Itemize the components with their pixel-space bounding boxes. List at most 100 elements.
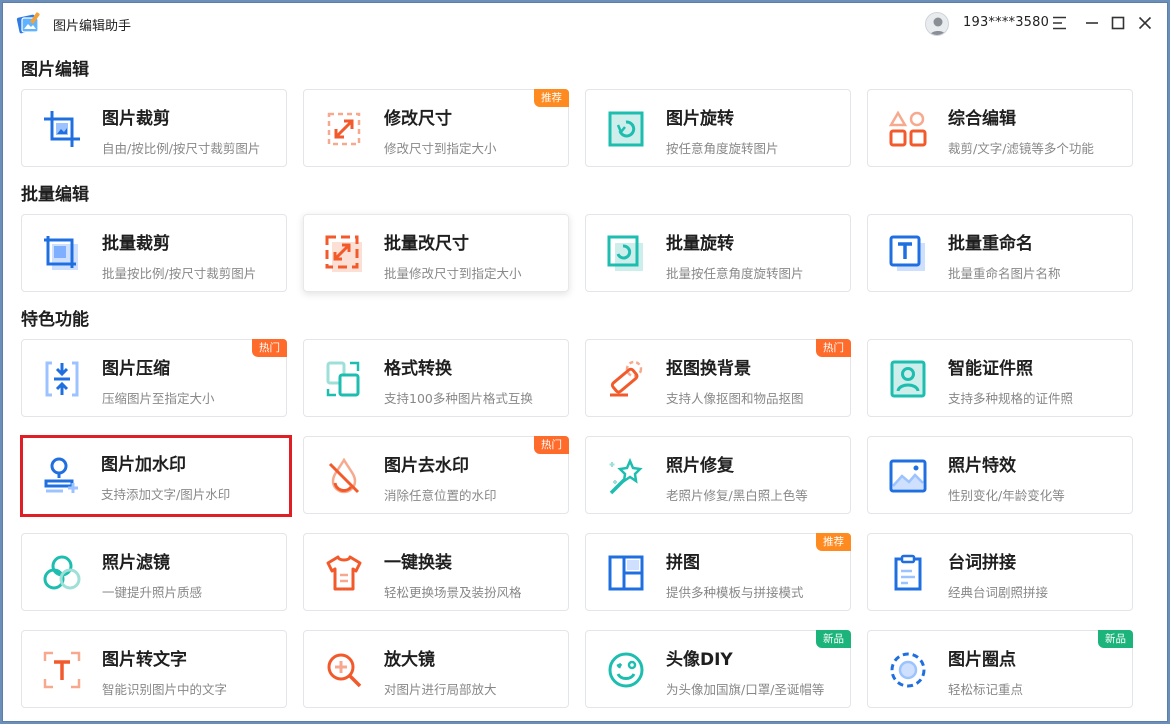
card-desc: 智能识别图片中的文字 — [102, 682, 228, 697]
minimize-icon[interactable] — [1081, 12, 1103, 34]
card-batch-resize[interactable]: 批量改尺寸 批量修改尺寸到指定大小 — [303, 214, 569, 292]
card-compress[interactable]: 图片压缩 压缩图片至指定大小 热门 — [21, 339, 287, 417]
app-logo-icon — [15, 10, 43, 36]
card-title: 放大镜 — [384, 650, 435, 670]
card-photo-effects[interactable]: 照片特效 性别变化/年龄变化等 — [867, 436, 1133, 514]
card-desc: 轻松标记重点 — [948, 682, 1024, 697]
close-icon[interactable] — [1134, 12, 1156, 34]
card-rotate[interactable]: 图片旋转 按任意角度旋转图片 — [585, 89, 851, 167]
batch-resize-icon — [324, 234, 364, 274]
card-desc: 支持多种规格的证件照 — [948, 391, 1074, 406]
card-desc: 支持添加文字/图片水印 — [101, 487, 231, 502]
circle-mark-icon — [888, 650, 928, 690]
badge-recommend: 推荐 — [534, 89, 569, 107]
card-title: 格式转换 — [384, 359, 452, 379]
user-avatar[interactable] — [925, 12, 949, 36]
card-title: 图片去水印 — [384, 456, 469, 476]
card-desc: 批量修改尺寸到指定大小 — [384, 266, 522, 281]
card-title: 批量裁剪 — [102, 234, 170, 254]
card-batch-rename[interactable]: 批量重命名 批量重命名图片名称 — [867, 214, 1133, 292]
card-title: 批量旋转 — [666, 234, 734, 254]
card-desc: 批量重命名图片名称 — [948, 266, 1061, 281]
card-desc: 批量按任意角度旋转图片 — [666, 266, 804, 281]
card-title: 综合编辑 — [948, 109, 1016, 129]
card-desc: 为头像加国旗/口罩/圣诞帽等 — [666, 682, 825, 697]
text-scan-icon — [42, 650, 82, 690]
card-image-circle[interactable]: 图片圈点 轻松标记重点 新品 — [867, 630, 1133, 708]
card-desc: 对图片进行局部放大 — [384, 682, 497, 697]
card-collage[interactable]: 拼图 提供多种模板与拼接模式 推荐 — [585, 533, 851, 611]
card-desc: 轻松更换场景及装扮风格 — [384, 585, 522, 600]
card-batch-rotate[interactable]: 批量旋转 批量按任意角度旋转图片 — [585, 214, 851, 292]
card-title: 图片旋转 — [666, 109, 734, 129]
card-title: 批量改尺寸 — [384, 234, 469, 254]
card-title: 批量重命名 — [948, 234, 1033, 254]
crop-icon — [42, 109, 82, 149]
collage-icon — [606, 553, 646, 593]
card-desc: 自由/按比例/按尺寸裁剪图片 — [102, 141, 261, 156]
card-photo-repair[interactable]: 照片修复 老照片修复/黑白照上色等 — [585, 436, 851, 514]
card-title: 修改尺寸 — [384, 109, 452, 129]
card-image-to-text[interactable]: 图片转文字 智能识别图片中的文字 — [21, 630, 287, 708]
card-avatar-diy[interactable]: 头像DIY 为头像加国旗/口罩/圣诞帽等 新品 — [585, 630, 851, 708]
card-remove-watermark[interactable]: 图片去水印 消除任意位置的水印 热门 — [303, 436, 569, 514]
card-desc: 裁剪/文字/滤镜等多个功能 — [948, 141, 1094, 156]
card-desc: 老照片修复/黑白照上色等 — [666, 488, 808, 503]
card-multi-edit[interactable]: 综合编辑 裁剪/文字/滤镜等多个功能 — [867, 89, 1133, 167]
app-title: 图片编辑助手 — [53, 19, 132, 34]
card-id-photo[interactable]: 智能证件照 支持多种规格的证件照 — [867, 339, 1133, 417]
user-phone[interactable]: 193****3580 — [963, 15, 1049, 30]
menu-icon[interactable] — [1049, 12, 1071, 34]
compress-icon — [42, 359, 82, 399]
badge-hot: 热门 — [534, 436, 569, 454]
card-desc: 消除任意位置的水印 — [384, 488, 497, 503]
card-outfit[interactable]: 一键换装 轻松更换场景及装扮风格 — [303, 533, 569, 611]
card-desc: 经典台词剧照拼接 — [948, 585, 1049, 600]
card-photo-filter[interactable]: 照片滤镜 一键提升照片质感 — [21, 533, 287, 611]
card-add-watermark[interactable]: 图片加水印 支持添加文字/图片水印 — [20, 435, 292, 517]
zoom-in-icon — [324, 650, 364, 690]
maximize-icon[interactable] — [1107, 12, 1129, 34]
clipboard-icon — [888, 553, 928, 593]
card-desc: 支持人像抠图和物品抠图 — [666, 391, 804, 406]
card-image-crop[interactable]: 图片裁剪 自由/按比例/按尺寸裁剪图片 — [21, 89, 287, 167]
resize-icon — [324, 109, 364, 149]
card-desc: 提供多种模板与拼接模式 — [666, 585, 804, 600]
id-photo-icon — [888, 359, 928, 399]
card-title: 图片转文字 — [102, 650, 187, 670]
card-title: 照片滤镜 — [102, 553, 170, 573]
card-title: 台词拼接 — [948, 553, 1016, 573]
badge-new: 新品 — [816, 630, 851, 648]
card-title: 拼图 — [666, 553, 700, 573]
magic-wand-icon — [606, 456, 646, 496]
card-desc: 支持100多种图片格式互换 — [384, 391, 533, 406]
card-title: 照片修复 — [666, 456, 734, 476]
card-batch-crop[interactable]: 批量裁剪 批量按比例/按尺寸裁剪图片 — [21, 214, 287, 292]
card-title: 头像DIY — [666, 650, 733, 670]
batch-rotate-icon — [606, 234, 646, 274]
picture-icon — [888, 456, 928, 496]
badge-recommend: 推荐 — [816, 533, 851, 551]
card-desc: 按任意角度旋转图片 — [666, 141, 779, 156]
card-title: 一键换装 — [384, 553, 452, 573]
shapes-icon — [888, 109, 928, 149]
filter-icon — [42, 553, 82, 593]
rename-icon — [888, 234, 928, 274]
badge-new: 新品 — [1098, 630, 1133, 648]
card-magnifier[interactable]: 放大镜 对图片进行局部放大 — [303, 630, 569, 708]
card-desc: 修改尺寸到指定大小 — [384, 141, 497, 156]
card-title: 图片圈点 — [948, 650, 1016, 670]
card-format-convert[interactable]: 格式转换 支持100多种图片格式互换 — [303, 339, 569, 417]
drop-slash-icon — [324, 456, 364, 496]
card-title: 图片压缩 — [102, 359, 170, 379]
app-window: 图片编辑助手 193****3580 图片编辑 图片裁剪 自由/按比例/按尺寸裁… — [2, 2, 1168, 722]
card-title: 照片特效 — [948, 456, 1016, 476]
card-cutout[interactable]: 抠图换背景 支持人像抠图和物品抠图 热门 — [585, 339, 851, 417]
card-title: 抠图换背景 — [666, 359, 751, 379]
title-bar: 图片编辑助手 193****3580 — [3, 3, 1167, 43]
card-lines-splice[interactable]: 台词拼接 经典台词剧照拼接 — [867, 533, 1133, 611]
card-resize[interactable]: 修改尺寸 修改尺寸到指定大小 推荐 — [303, 89, 569, 167]
badge-hot: 热门 — [816, 339, 851, 357]
tshirt-icon — [324, 553, 364, 593]
section-title-features: 特色功能 — [21, 310, 89, 330]
